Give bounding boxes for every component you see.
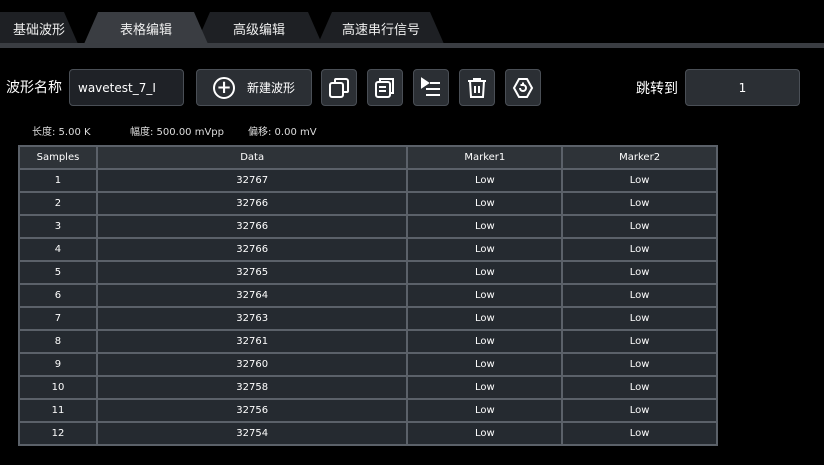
- table-row[interactable]: 4 32766 Low Low: [18, 237, 718, 262]
- cell-sample[interactable]: 2: [18, 191, 98, 216]
- cell-marker1[interactable]: Low: [406, 352, 564, 377]
- table-row[interactable]: 10 32758 Low Low: [18, 375, 718, 400]
- cell-data[interactable]: 32763: [95, 306, 409, 331]
- cell-marker1[interactable]: Low: [406, 421, 564, 446]
- paste-icon: [375, 77, 394, 98]
- cell-marker1[interactable]: Low: [406, 283, 564, 308]
- cell-marker1[interactable]: Low: [406, 306, 564, 331]
- offset-info: 偏移: 0.00 mV: [248, 127, 317, 138]
- cell-marker1[interactable]: Low: [406, 260, 564, 285]
- cell-marker2[interactable]: Low: [561, 260, 718, 285]
- waveform-editor-screen: 基础波形 高级编辑 高速串行信号 表格编辑 波形名称 wavetest_7_I …: [0, 0, 824, 465]
- table-row[interactable]: 11 32756 Low Low: [18, 398, 718, 423]
- table-row[interactable]: 3 32766 Low Low: [18, 214, 718, 239]
- header-data[interactable]: Data: [95, 145, 409, 170]
- cell-data[interactable]: 32764: [95, 283, 409, 308]
- cell-marker1[interactable]: Low: [406, 237, 564, 262]
- tab-label: 高级编辑: [232, 22, 285, 38]
- cell-data[interactable]: 32760: [95, 352, 409, 377]
- new-waveform-button[interactable]: + 新建波形: [196, 69, 312, 106]
- cell-marker1[interactable]: Low: [406, 191, 564, 216]
- cell-marker2[interactable]: Low: [561, 421, 718, 446]
- cell-data[interactable]: 32761: [95, 329, 409, 354]
- table-row[interactable]: 9 32760 Low Low: [18, 352, 718, 377]
- table-header-row: Samples Data Marker1 Marker2: [18, 145, 718, 170]
- cell-marker2[interactable]: Low: [561, 214, 718, 239]
- cell-sample[interactable]: 8: [18, 329, 98, 354]
- cell-sample[interactable]: 3: [18, 214, 98, 239]
- cell-marker2[interactable]: Low: [561, 168, 718, 193]
- tab-label: 高速串行信号: [341, 22, 420, 38]
- cell-marker1[interactable]: Low: [406, 168, 564, 193]
- copy-button[interactable]: [321, 69, 357, 106]
- tab-high-speed-serial[interactable]: 高速串行信号: [318, 12, 444, 44]
- amplitude-info: 幅度: 500.00 mVpp: [130, 127, 224, 138]
- header-marker2[interactable]: Marker2: [561, 145, 718, 170]
- header-marker1[interactable]: Marker1: [406, 145, 564, 170]
- insert-icon: [421, 76, 440, 96]
- cell-data[interactable]: 32767: [95, 168, 409, 193]
- plus-circle-icon: +: [212, 76, 235, 99]
- copy-icon: [329, 77, 349, 98]
- cell-sample[interactable]: 10: [18, 375, 98, 400]
- cell-sample[interactable]: 1: [18, 168, 98, 193]
- table-row[interactable]: 8 32761 Low Low: [18, 329, 718, 354]
- cell-sample[interactable]: 12: [18, 421, 98, 446]
- cell-marker1[interactable]: Low: [406, 214, 564, 239]
- cell-data[interactable]: 32756: [95, 398, 409, 423]
- cell-sample[interactable]: 6: [18, 283, 98, 308]
- cell-marker2[interactable]: Low: [561, 352, 718, 377]
- insert-row-button[interactable]: [413, 69, 449, 106]
- waveform-name-label: 波形名称: [6, 80, 62, 96]
- cell-marker2[interactable]: Low: [561, 191, 718, 216]
- tab-label: 表格编辑: [119, 22, 172, 38]
- header-samples[interactable]: Samples: [18, 145, 98, 170]
- delete-button[interactable]: [459, 69, 495, 106]
- table-row[interactable]: 5 32765 Low Low: [18, 260, 718, 285]
- cell-sample[interactable]: 5: [18, 260, 98, 285]
- cell-sample[interactable]: 11: [18, 398, 98, 423]
- cell-sample[interactable]: 4: [18, 237, 98, 262]
- cell-data[interactable]: 32754: [95, 421, 409, 446]
- table-row[interactable]: 6 32764 Low Low: [18, 283, 718, 308]
- toolbar: 波形名称 wavetest_7_I + 新建波形 跳转到 1: [0, 66, 824, 110]
- settings-button[interactable]: [505, 69, 541, 106]
- cell-marker1[interactable]: Low: [406, 375, 564, 400]
- cell-marker1[interactable]: Low: [406, 398, 564, 423]
- length-info: 长度: 5.00 K: [32, 127, 91, 138]
- tab-basic-waveform[interactable]: 基础波形: [0, 12, 78, 44]
- cell-marker2[interactable]: Low: [561, 237, 718, 262]
- cell-marker2[interactable]: Low: [561, 375, 718, 400]
- tab-divider: [0, 43, 824, 48]
- tab-table-edit[interactable]: 表格编辑: [84, 12, 208, 44]
- tab-bar: 基础波形 高级编辑 高速串行信号 表格编辑: [0, 0, 824, 48]
- jump-to-input[interactable]: 1: [685, 69, 800, 106]
- gear-icon: [512, 77, 534, 98]
- table-row[interactable]: 12 32754 Low Low: [18, 421, 718, 446]
- cell-data[interactable]: 32766: [95, 237, 409, 262]
- cell-sample[interactable]: 7: [18, 306, 98, 331]
- table-row[interactable]: 7 32763 Low Low: [18, 306, 718, 331]
- cell-marker1[interactable]: Low: [406, 329, 564, 354]
- cell-sample[interactable]: 9: [18, 352, 98, 377]
- cell-marker2[interactable]: Low: [561, 283, 718, 308]
- cell-marker2[interactable]: Low: [561, 329, 718, 354]
- waveform-data-table: Samples Data Marker1 Marker2 1 32767 Low Lo…: [18, 145, 718, 446]
- tab-label: 基础波形: [12, 22, 65, 38]
- jump-to-label: 跳转到: [636, 81, 678, 97]
- trash-icon: [468, 77, 486, 98]
- cell-data[interactable]: 32765: [95, 260, 409, 285]
- cell-data[interactable]: 32766: [95, 214, 409, 239]
- new-waveform-label: 新建波形: [246, 81, 295, 95]
- cell-marker2[interactable]: Low: [561, 398, 718, 423]
- tab-advanced-edit[interactable]: 高级编辑: [196, 12, 322, 44]
- cell-marker2[interactable]: Low: [561, 306, 718, 331]
- cell-data[interactable]: 32766: [95, 191, 409, 216]
- table-row[interactable]: 2 32766 Low Low: [18, 191, 718, 216]
- cell-data[interactable]: 32758: [95, 375, 409, 400]
- waveform-name-input[interactable]: wavetest_7_I: [69, 69, 184, 106]
- paste-button[interactable]: [367, 69, 403, 106]
- table-row[interactable]: 1 32767 Low Low: [18, 168, 718, 193]
